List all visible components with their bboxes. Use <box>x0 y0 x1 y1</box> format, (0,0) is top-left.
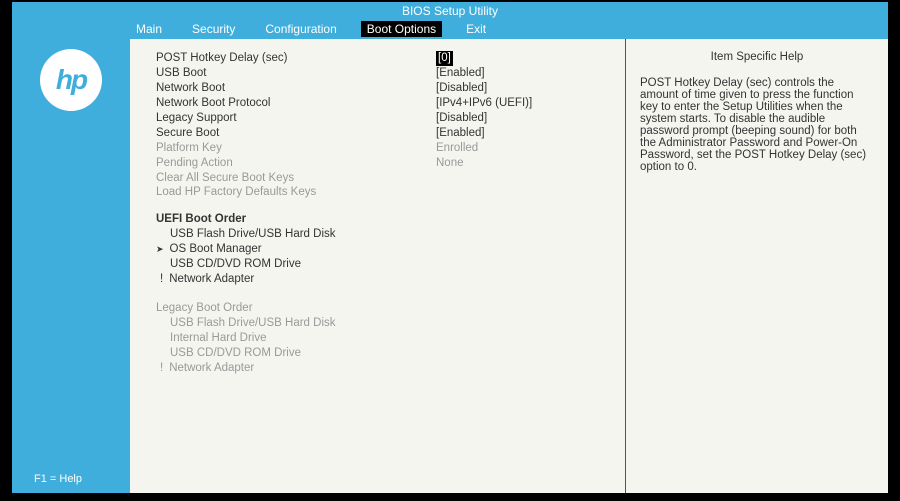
legacy-boot-item: USB CD/DVD ROM Drive <box>156 346 607 361</box>
sidebar: hp F1 = Help <box>12 39 130 493</box>
menu-tab-main[interactable]: Main <box>130 21 168 37</box>
settings-panel: POST Hotkey Delay (sec)[0]USB Boot[Enabl… <box>130 39 626 493</box>
setting-label: Pending Action <box>156 156 436 171</box>
legacy-boot-item: Internal Hard Drive <box>156 331 607 346</box>
uefi-boot-item[interactable]: Network Adapter <box>156 272 607 287</box>
setting-label: Clear All Secure Boot Keys <box>156 171 436 186</box>
uefi-boot-item[interactable]: USB Flash Drive/USB Hard Disk <box>156 227 607 242</box>
setting-row[interactable]: Secure Boot[Enabled] <box>156 126 607 141</box>
setting-row[interactable]: POST Hotkey Delay (sec)[0] <box>156 51 607 66</box>
help-heading: Item Specific Help <box>640 51 874 63</box>
footer-help: F1 = Help <box>12 473 82 485</box>
setting-row: Pending ActionNone <box>156 156 607 171</box>
setting-row[interactable]: USB Boot[Enabled] <box>156 66 607 81</box>
uefi-boot-item[interactable]: OS Boot Manager <box>156 242 607 257</box>
legacy-boot-item: USB Flash Drive/USB Hard Disk <box>156 316 607 331</box>
main-area: hp F1 = Help POST Hotkey Delay (sec)[0]U… <box>12 39 888 493</box>
uefi-boot-order-header: UEFI Boot Order <box>156 212 607 227</box>
menu-tab-boot-options[interactable]: Boot Options <box>361 21 442 37</box>
legacy-boot-order-header: Legacy Boot Order <box>156 301 607 316</box>
setting-label: POST Hotkey Delay (sec) <box>156 51 436 66</box>
setting-label: Legacy Support <box>156 111 436 126</box>
menu-bar: Main Security Configuration Boot Options Exi… <box>12 19 888 39</box>
setting-label: Network Boot Protocol <box>156 96 436 111</box>
setting-row[interactable]: Legacy Support[Disabled] <box>156 111 607 126</box>
bios-title: BIOS Setup Utility <box>12 2 888 19</box>
setting-label: Load HP Factory Defaults Keys <box>156 185 436 200</box>
setting-label: Network Boot <box>156 81 436 96</box>
bios-window: BIOS Setup Utility Main Security Configura… <box>12 2 888 493</box>
setting-row: Load HP Factory Defaults Keys <box>156 185 607 200</box>
menu-tab-configuration[interactable]: Configuration <box>259 21 342 37</box>
setting-value: [Enabled] <box>436 126 485 141</box>
setting-row[interactable]: Network Boot[Disabled] <box>156 81 607 96</box>
content-panel: POST Hotkey Delay (sec)[0]USB Boot[Enabl… <box>130 39 888 493</box>
setting-value: [0] <box>436 51 453 66</box>
setting-row: Platform KeyEnrolled <box>156 141 607 156</box>
setting-value: [Disabled] <box>436 81 487 96</box>
help-panel: Item Specific Help POST Hotkey Delay (se… <box>626 39 888 493</box>
help-text: POST Hotkey Delay (sec) controls the amo… <box>640 77 874 173</box>
hp-logo-icon: hp <box>40 49 102 111</box>
setting-value: [Enabled] <box>436 66 485 81</box>
menu-tab-exit[interactable]: Exit <box>460 21 492 37</box>
setting-label: Secure Boot <box>156 126 436 141</box>
setting-value: None <box>436 156 464 171</box>
setting-row: Clear All Secure Boot Keys <box>156 171 607 186</box>
uefi-boot-item[interactable]: USB CD/DVD ROM Drive <box>156 257 607 272</box>
setting-value: [IPv4+IPv6 (UEFI)] <box>436 96 532 111</box>
setting-value: Enrolled <box>436 141 478 156</box>
setting-row[interactable]: Network Boot Protocol[IPv4+IPv6 (UEFI)] <box>156 96 607 111</box>
setting-label: USB Boot <box>156 66 436 81</box>
menu-tab-security[interactable]: Security <box>186 21 241 37</box>
setting-label: Platform Key <box>156 141 436 156</box>
legacy-boot-item: Network Adapter <box>156 361 607 376</box>
setting-value: [Disabled] <box>436 111 487 126</box>
